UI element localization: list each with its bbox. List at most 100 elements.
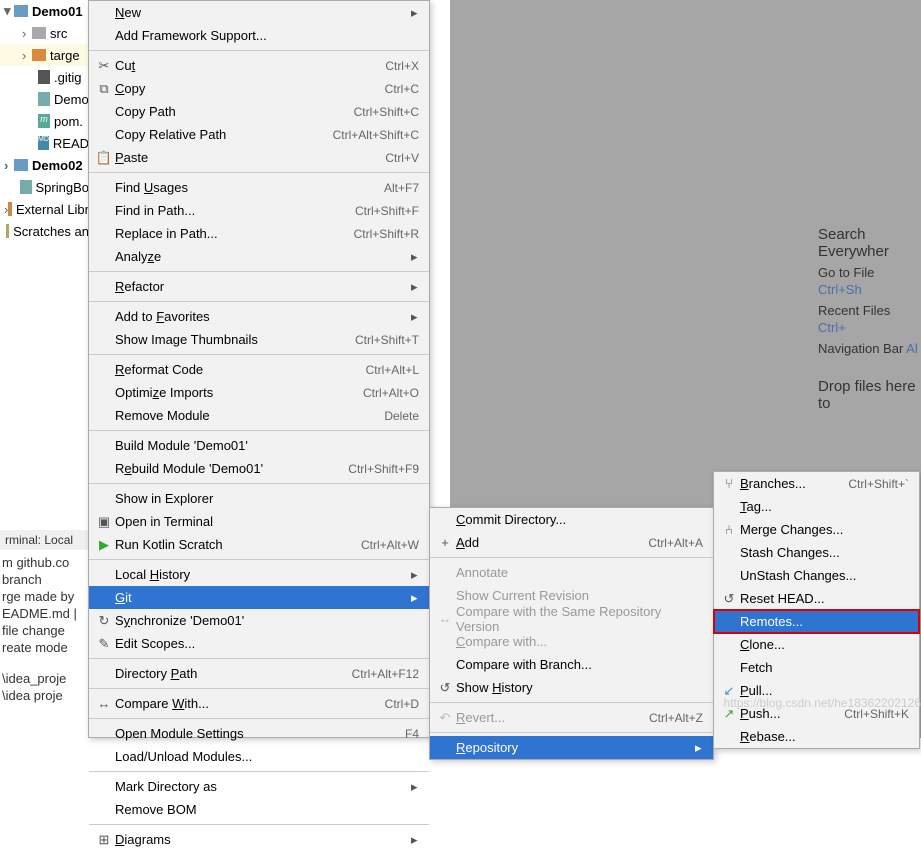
menu-label: Load/Unload Modules...: [113, 749, 423, 764]
reset-icon: ↺: [720, 591, 738, 607]
repo-item-unstash-changes[interactable]: UnStash Changes...: [714, 564, 919, 587]
terminal-line: branch: [2, 571, 88, 588]
main-item-cut[interactable]: ✂CutCtrl+X: [89, 54, 429, 77]
main-item-mark-directory-as[interactable]: Mark Directory as▸: [89, 775, 429, 798]
menu-label: Fetch: [738, 660, 913, 675]
menu-shortcut: Ctrl+D: [385, 697, 423, 711]
menu-separator: [89, 824, 429, 825]
main-item-show-image-thumbnails[interactable]: Show Image ThumbnailsCtrl+Shift+T: [89, 328, 429, 351]
menu-shortcut: Ctrl+Shift+R: [354, 227, 423, 241]
terminal-tab[interactable]: rminal: Local: [0, 530, 90, 550]
main-item-analyze[interactable]: Analyze▸: [89, 245, 429, 268]
terminal-panel[interactable]: rminal: Local m github.co branch rge mad…: [0, 530, 90, 738]
main-item-optimize-imports[interactable]: Optimize ImportsCtrl+Alt+O: [89, 381, 429, 404]
main-item-find-in-path[interactable]: Find in Path...Ctrl+Shift+F: [89, 199, 429, 222]
repo-item-remotes[interactable]: Remotes...: [714, 610, 919, 633]
tree-demo-file[interactable]: Demo: [0, 88, 89, 110]
main-item-load-unload-modules[interactable]: Load/Unload Modules...: [89, 745, 429, 768]
tree-scratches[interactable]: Scratches an: [0, 220, 89, 242]
main-item-remove-module[interactable]: Remove ModuleDelete: [89, 404, 429, 427]
git-item-show-history[interactable]: ↺Show History: [430, 676, 713, 699]
project-tree[interactable]: ▾Demo01 ›src ›targe .gitig Demo mpom. MD…: [0, 0, 90, 520]
tree-gitignore[interactable]: .gitig: [0, 66, 89, 88]
menu-label: Commit Directory...: [454, 512, 707, 527]
repo-item-tag[interactable]: Tag...: [714, 495, 919, 518]
menu-label: Optimize Imports: [113, 385, 363, 400]
menu-shortcut: Ctrl+Alt+Z: [649, 711, 707, 725]
main-item-git[interactable]: Git▸: [89, 586, 429, 609]
welcome-drop: Drop files here to: [818, 378, 921, 412]
git-item-add[interactable]: +AddCtrl+Alt+A: [430, 531, 713, 554]
main-item-rebuild-module-demo01[interactable]: Rebuild Module 'Demo01'Ctrl+Shift+F9: [89, 457, 429, 480]
menu-label: Compare with the Same Repository Version: [454, 604, 707, 634]
main-item-refactor[interactable]: Refactor▸: [89, 275, 429, 298]
main-item-copy[interactable]: ⧉CopyCtrl+C: [89, 77, 429, 100]
compare-icon: ↔: [436, 611, 454, 626]
menu-label: Copy Path: [113, 104, 354, 119]
main-item-add-framework-support[interactable]: Add Framework Support...: [89, 24, 429, 47]
main-item-compare-with[interactable]: ↔Compare With...Ctrl+D: [89, 692, 429, 715]
menu-separator: [89, 658, 429, 659]
main-item-build-module-demo01[interactable]: Build Module 'Demo01': [89, 434, 429, 457]
repo-item-clone[interactable]: Clone...: [714, 633, 919, 656]
git-submenu[interactable]: Commit Directory...+AddCtrl+Alt+AAnnotat…: [429, 507, 714, 760]
main-item-find-usages[interactable]: Find UsagesAlt+F7: [89, 176, 429, 199]
tree-demo01[interactable]: ▾Demo01: [0, 0, 89, 22]
menu-separator: [89, 688, 429, 689]
main-item-new[interactable]: New▸: [89, 1, 429, 24]
main-item-copy-relative-path[interactable]: Copy Relative PathCtrl+Alt+Shift+C: [89, 123, 429, 146]
menu-separator: [89, 559, 429, 560]
main-item-local-history[interactable]: Local History▸: [89, 563, 429, 586]
main-item-paste[interactable]: 📋PasteCtrl+V: [89, 146, 429, 169]
repo-item-rebase[interactable]: Rebase...: [714, 725, 919, 748]
menu-label: Repository: [454, 740, 695, 755]
menu-label: Copy Relative Path: [113, 127, 333, 142]
terminal-line: \idea_proje: [2, 670, 88, 687]
tree-target[interactable]: ›targe: [0, 44, 89, 66]
menu-shortcut: Ctrl+Shift+C: [354, 105, 423, 119]
tree-springboot[interactable]: SpringBo: [0, 176, 89, 198]
main-item-directory-path[interactable]: Directory PathCtrl+Alt+F12: [89, 662, 429, 685]
main-item-synchronize-demo01[interactable]: ↻Synchronize 'Demo01': [89, 609, 429, 632]
repo-item-branches[interactable]: ⑂Branches...Ctrl+Shift+`: [714, 472, 919, 495]
menu-label: Paste: [113, 150, 385, 165]
main-item-replace-in-path[interactable]: Replace in Path...Ctrl+Shift+R: [89, 222, 429, 245]
edit-icon: ✎: [95, 636, 113, 652]
git-item-compare-with-branch[interactable]: Compare with Branch...: [430, 653, 713, 676]
menu-label: Build Module 'Demo01': [113, 438, 423, 453]
menu-label: Refactor: [113, 279, 411, 294]
tree-readme[interactable]: MDREAD: [0, 132, 89, 154]
main-item-remove-bom[interactable]: Remove BOM: [89, 798, 429, 821]
repo-item-merge-changes[interactable]: ⑃Merge Changes...: [714, 518, 919, 541]
tree-external-libs[interactable]: ›External Libr: [0, 198, 89, 220]
main-item-show-in-explorer[interactable]: Show in Explorer: [89, 487, 429, 510]
main-item-add-to-favorites[interactable]: Add to Favorites▸: [89, 305, 429, 328]
menu-label: Add: [454, 535, 648, 550]
tree-src[interactable]: ›src: [0, 22, 89, 44]
context-menu-main[interactable]: New▸Add Framework Support... ✂CutCtrl+X⧉C…: [88, 0, 430, 738]
main-item-run-kotlin-scratch[interactable]: ▶Run Kotlin ScratchCtrl+Alt+W: [89, 533, 429, 556]
repo-item-fetch[interactable]: Fetch: [714, 656, 919, 679]
main-item-diagrams[interactable]: ⊞Diagrams▸: [89, 828, 429, 851]
menu-label: Stash Changes...: [738, 545, 913, 560]
submenu-arrow-icon: ▸: [411, 779, 423, 795]
terminal-line: rge made by: [2, 588, 88, 605]
tree-pom[interactable]: mpom.: [0, 110, 89, 132]
tree-demo02[interactable]: ›Demo02: [0, 154, 89, 176]
repo-item-stash-changes[interactable]: Stash Changes...: [714, 541, 919, 564]
repo-item-reset-head[interactable]: ↺Reset HEAD...: [714, 587, 919, 610]
menu-shortcut: Ctrl+Shift+T: [355, 333, 423, 347]
main-item-edit-scopes[interactable]: ✎Edit Scopes...: [89, 632, 429, 655]
main-item-reformat-code[interactable]: Reformat CodeCtrl+Alt+L: [89, 358, 429, 381]
menu-label: Run Kotlin Scratch: [113, 537, 361, 552]
git-item-commit-directory[interactable]: Commit Directory...: [430, 508, 713, 531]
menu-label: Compare with...: [454, 634, 707, 649]
main-item-open-in-terminal[interactable]: ▣Open in Terminal: [89, 510, 429, 533]
git-item-repository[interactable]: Repository▸: [430, 736, 713, 759]
main-item-copy-path[interactable]: Copy PathCtrl+Shift+C: [89, 100, 429, 123]
menu-label: Tag...: [738, 499, 913, 514]
git-item-compare-with-the-same-repository-version: ↔Compare with the Same Repository Versio…: [430, 607, 713, 630]
menu-label: Show in Explorer: [113, 491, 423, 506]
menu-separator: [430, 732, 713, 733]
main-item-open-module-settings[interactable]: Open Module SettingsF4: [89, 722, 429, 745]
